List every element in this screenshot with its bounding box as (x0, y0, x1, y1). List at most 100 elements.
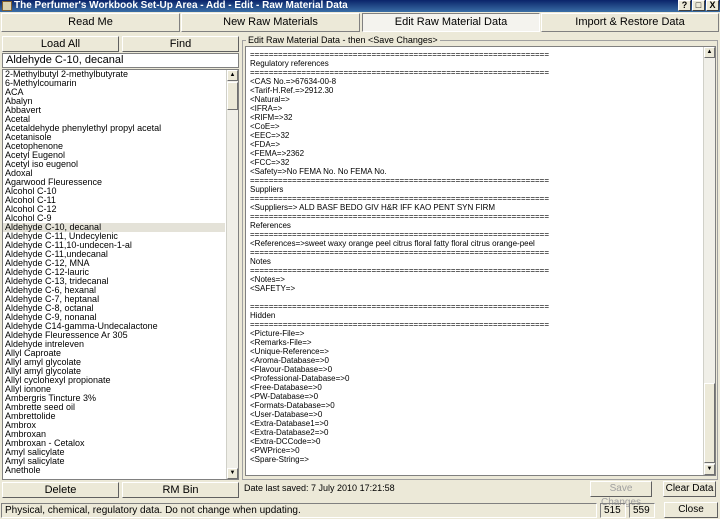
list-item[interactable]: Amyl salicylate (3, 448, 225, 457)
list-item[interactable]: Alcohol C-9 (3, 214, 225, 223)
editor-line: <Picture-File=> (250, 329, 305, 338)
editor-line: <RIFM=>32 (250, 113, 293, 122)
editor-line: <PWPrice=>0 (250, 446, 300, 455)
delete-button[interactable]: Delete (2, 482, 119, 498)
editor-line: <Flavour-Database=>0 (250, 365, 333, 374)
list-item[interactable]: Aldehyde Fleuressence Ar 305 (3, 331, 225, 340)
list-item[interactable]: Allyl Caproate (3, 349, 225, 358)
list-item[interactable]: Aldehyde C-10, decanal (3, 223, 225, 232)
list-item[interactable]: Agarwood Fleuressence (3, 178, 225, 187)
list-items: 2-Methylbutyl 2-methylbutyrate 6-Methylco… (3, 70, 225, 475)
list-item[interactable]: Aldehyde C-7, heptanal (3, 295, 225, 304)
list-item[interactable]: Acetanisole (3, 133, 225, 142)
list-item[interactable]: Aldehyde C-12-lauric (3, 268, 225, 277)
list-item[interactable]: Abalyn (3, 97, 225, 106)
editor-line: ========================================… (250, 68, 549, 77)
list-item[interactable]: Acetaldehyde phenylethyl propyl acetal (3, 124, 225, 133)
list-item[interactable]: Alcohol C-11 (3, 196, 225, 205)
app-icon (2, 1, 12, 11)
find-button[interactable]: Find (122, 36, 239, 52)
help-button[interactable]: ? (678, 0, 691, 11)
editor-line: <IFRA=> (250, 104, 283, 113)
raw-material-list[interactable]: 2-Methylbutyl 2-methylbutyrate 6-Methylco… (2, 69, 239, 480)
load-all-button[interactable]: Load All (2, 36, 119, 52)
editor-line: <Unique-Reference=> (250, 347, 329, 356)
list-item[interactable]: Acetal (3, 115, 225, 124)
save-changes-button[interactable]: Save Changes (590, 481, 652, 508)
scroll-up-arrow-icon[interactable]: ▲ (227, 70, 238, 81)
list-item[interactable]: Aldehyde C-11,undecanal (3, 250, 225, 259)
tab-edit-raw-material-data[interactable]: Edit Raw Material Data (362, 13, 540, 32)
list-item[interactable]: Aldehyde C-9, nonanal (3, 313, 225, 322)
tab-new-raw-materials[interactable]: New Raw Materials (181, 13, 360, 32)
editor-line: <Extra-DCCode=>0 (250, 437, 321, 446)
editor-scroll-up-arrow-icon[interactable]: ▲ (704, 47, 715, 58)
list-item[interactable]: Ambrettolide (3, 412, 225, 421)
list-item[interactable]: ACA (3, 88, 225, 97)
editor-line: <References=>sweet waxy orange peel citr… (250, 239, 535, 248)
list-item[interactable]: 2-Methylbutyl 2-methylbutyrate (3, 70, 225, 79)
status-count-1: 515 (600, 503, 626, 518)
list-item[interactable]: Ambergris Tincture 3% (3, 394, 225, 403)
search-input[interactable]: Aldehyde C-10, decanal (2, 53, 239, 68)
close-button[interactable]: Close (664, 502, 718, 518)
list-item[interactable]: Aldehyde C-11,10-undecen-1-al (3, 241, 225, 250)
list-item[interactable]: Ambrox (3, 421, 225, 430)
list-item[interactable]: Amyl salicylate (3, 457, 225, 466)
list-item[interactable]: Adoxal (3, 169, 225, 178)
editor-line: <Free-Database=>0 (250, 383, 322, 392)
editor-lines: ========================================… (250, 50, 699, 464)
status-bar: Physical, chemical, regulatory data. Do … (0, 501, 720, 519)
editor-line: <Spare-String=> (250, 455, 309, 464)
editor-line: Suppliers (250, 185, 284, 194)
tab-read-me[interactable]: Read Me (1, 13, 180, 32)
raw-material-data-editor[interactable]: ========================================… (245, 46, 716, 476)
editor-line: <FCC=>32 (250, 158, 290, 167)
editor-scroll-down-arrow-icon[interactable]: ▼ (704, 464, 715, 475)
list-item[interactable]: Alcohol C-12 (3, 205, 225, 214)
clear-data-button[interactable]: Clear Data (663, 481, 716, 497)
editor-line: <User-Database=>0 (250, 410, 323, 419)
status-message: Physical, chemical, regulatory data. Do … (1, 503, 597, 518)
list-item[interactable]: Allyl amyl glycolate (3, 367, 225, 376)
maximize-button[interactable]: □ (692, 0, 705, 11)
list-item[interactable]: Aldehyde C-6, hexanal (3, 286, 225, 295)
list-item[interactable]: Aldehyde C-8, octanal (3, 304, 225, 313)
tab-import-restore-data[interactable]: Import & Restore Data (541, 13, 719, 32)
list-item[interactable]: Aldehyde C14-gamma-Undecalactone (3, 322, 225, 331)
list-item[interactable]: Aldehyde intreleven (3, 340, 225, 349)
rm-bin-button[interactable]: RM Bin (122, 482, 239, 498)
list-scrollbar[interactable]: ▲ ▼ (226, 70, 238, 479)
editor-line: <Suppliers=> ALD BASF BEDO GIV H&R IFF K… (250, 203, 496, 212)
list-item[interactable]: Acetyl Eugenol (3, 151, 225, 160)
list-item[interactable]: Ambroxan - Cetalox (3, 439, 225, 448)
list-item[interactable]: Allyl cyclohexyl propionate (3, 376, 225, 385)
scroll-thumb[interactable] (227, 82, 238, 110)
editor-line: <Extra-Database2=>0 (250, 428, 329, 437)
editor-line: <Professional-Database=>0 (250, 374, 350, 383)
scroll-down-arrow-icon[interactable]: ▼ (227, 468, 238, 479)
editor-line: <PW-Database=>0 (250, 392, 319, 401)
list-item[interactable]: Acetyl iso eugenol (3, 160, 225, 169)
editor-line: <EEC=>32 (250, 131, 290, 140)
editor-line: <CoE=> (250, 122, 280, 131)
list-item[interactable]: Ambrette seed oil (3, 403, 225, 412)
list-item[interactable]: Aldehyde C-13, tridecanal (3, 277, 225, 286)
list-item[interactable]: 6-Methylcoumarin (3, 79, 225, 88)
list-item[interactable]: Acetophenone (3, 142, 225, 151)
editor-line: ========================================… (250, 212, 549, 221)
list-item[interactable]: Allyl ionone (3, 385, 225, 394)
list-item[interactable]: Allyl amyl glycolate (3, 358, 225, 367)
list-item[interactable]: Ambroxan (3, 430, 225, 439)
list-item[interactable]: Alcohol C-10 (3, 187, 225, 196)
editor-scrollbar[interactable]: ▲ ▼ (703, 47, 715, 475)
list-item[interactable]: Aldehyde C-12, MNA (3, 259, 225, 268)
list-item[interactable]: Aldehyde C-11, Undecylenic (3, 232, 225, 241)
list-item[interactable]: Anethole (3, 466, 225, 475)
close-window-button[interactable]: X (706, 0, 719, 11)
status-count-2: 559 (629, 503, 655, 518)
title-bar: The Perfumer's Workbook Set-Up Area - Ad… (0, 0, 720, 12)
editor-line: <Natural=> (250, 95, 290, 104)
editor-scroll-thumb[interactable] (704, 383, 715, 463)
list-item[interactable]: Abbavert (3, 106, 225, 115)
